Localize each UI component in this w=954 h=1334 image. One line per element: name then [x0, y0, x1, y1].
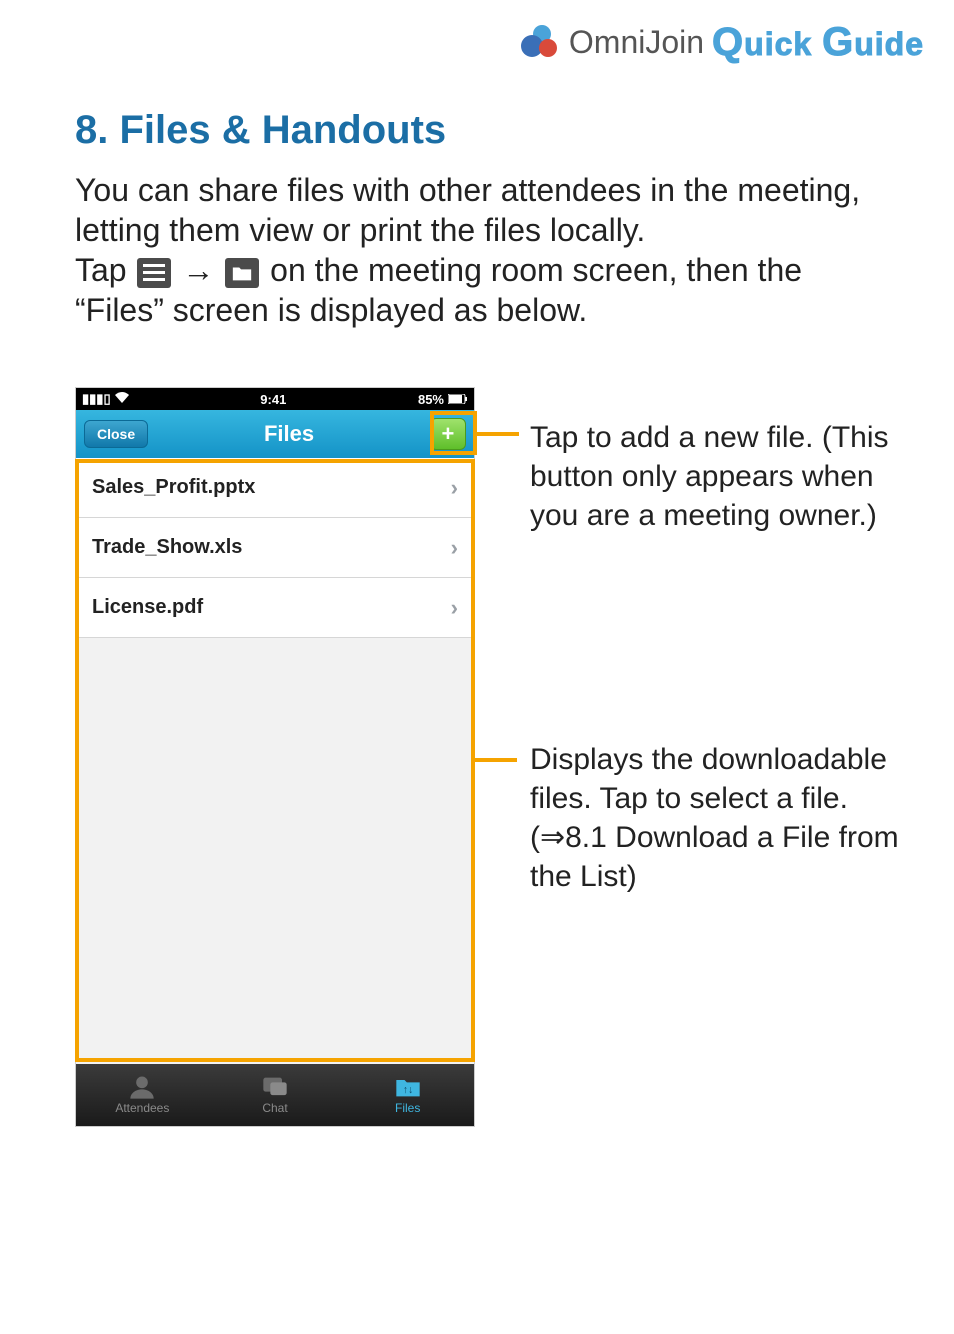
status-bar: ▮▮▮▯ 9:41 85% [76, 388, 474, 410]
callout-connector [477, 432, 519, 436]
tab-bar: Attendees Chat ↑↓ Files [76, 1064, 474, 1126]
tab-chat[interactable]: Chat [209, 1064, 342, 1126]
file-name: Sales_Profit.pptx [92, 476, 255, 499]
tab-label: Files [395, 1101, 420, 1115]
chevron-right-icon: › [451, 595, 458, 621]
section-body: You can share files with other attendees… [75, 170, 875, 330]
phone-screenshot: ▮▮▮▯ 9:41 85% Close Files + Sales_Profit… [75, 387, 475, 1127]
tap-prefix: Tap [75, 252, 135, 288]
tap-arrow: → [182, 252, 223, 288]
chevron-right-icon: › [451, 535, 458, 561]
callout-connector [475, 758, 517, 762]
nav-bar: Close Files + [76, 410, 474, 458]
tab-attendees[interactable]: Attendees [76, 1064, 209, 1126]
person-icon [128, 1075, 156, 1099]
status-battery: 85% [418, 392, 444, 407]
close-button[interactable]: Close [84, 420, 148, 448]
battery-icon [448, 392, 468, 407]
file-name: Trade_Show.xls [92, 536, 242, 559]
section-title: 8. Files & Handouts [75, 108, 446, 153]
callout-add: Tap to add a new file. (This button only… [530, 418, 900, 535]
tab-label: Chat [262, 1101, 287, 1115]
file-list: Sales_Profit.pptx › Trade_Show.xls › Lic… [76, 458, 474, 638]
tab-files[interactable]: ↑↓ Files [341, 1064, 474, 1126]
folder-icon: ↑↓ [394, 1075, 422, 1099]
file-row[interactable]: Sales_Profit.pptx › [76, 458, 474, 518]
callout-list: Displays the downloadable files. Tap to … [530, 740, 900, 896]
omnijoin-logo-icon [517, 21, 561, 65]
tab-label: Attendees [115, 1101, 169, 1115]
file-row[interactable]: License.pdf › [76, 578, 474, 638]
chevron-right-icon: › [451, 475, 458, 501]
menu-icon [137, 258, 171, 288]
chat-icon [261, 1075, 289, 1099]
guide-label: Quick Guide [712, 20, 924, 65]
signal-icon: ▮▮▮▯ [82, 391, 111, 407]
nav-title: Files [264, 421, 314, 447]
file-name: License.pdf [92, 596, 203, 619]
status-time: 9:41 [260, 392, 286, 407]
add-button[interactable]: + [430, 418, 466, 450]
files-icon [225, 258, 259, 288]
brand-name: OmniJoin [569, 24, 704, 61]
wifi-icon [115, 392, 129, 407]
intro-text: You can share files with other attendees… [75, 172, 860, 248]
file-row[interactable]: Trade_Show.xls › [76, 518, 474, 578]
header-logo: OmniJoin Quick Guide [517, 20, 924, 65]
svg-text:↑↓: ↑↓ [402, 1084, 413, 1096]
